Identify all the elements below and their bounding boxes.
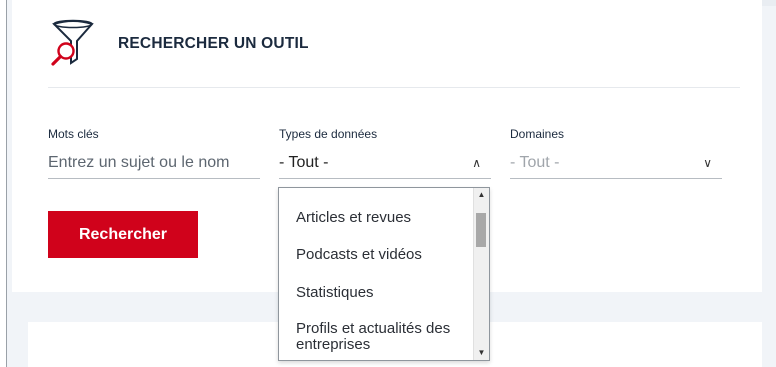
dropdown-option[interactable]: Articles et revues (296, 210, 466, 226)
panel-header: RECHERCHER UN OUTIL (50, 18, 309, 70)
keywords-input[interactable] (48, 153, 260, 172)
dropdown-scrollbar[interactable]: ▲ ▼ (473, 188, 489, 360)
chevron-down-icon: ∨ (703, 155, 712, 170)
data-types-select[interactable]: - Tout - ∧ (279, 147, 491, 179)
funnel-search-icon (51, 19, 94, 66)
scroll-up-arrow-icon[interactable]: ▲ (474, 188, 489, 202)
data-types-label: Types de données (279, 127, 378, 141)
scroll-down-arrow-icon[interactable]: ▼ (474, 346, 489, 360)
page-frame: RECHERCHER UN OUTIL Mots clés Types de d… (0, 0, 776, 367)
search-button[interactable]: Rechercher (48, 211, 198, 258)
data-types-dropdown: Articles et revues Podcasts et vidéos St… (278, 187, 490, 361)
keywords-field[interactable] (48, 147, 260, 179)
domains-select[interactable]: - Tout - ∨ (510, 147, 722, 179)
keywords-label: Mots clés (48, 127, 99, 141)
dropdown-option[interactable]: Profils et actualités des entreprises (296, 321, 466, 353)
domains-selected-value: - Tout - (510, 153, 560, 171)
page-title: RECHERCHER UN OUTIL (118, 35, 309, 52)
dropdown-option[interactable]: Podcasts et vidéos (296, 247, 466, 263)
domains-label: Domaines (510, 127, 565, 141)
data-types-selected-value: - Tout - (279, 153, 329, 171)
chevron-up-icon: ∧ (472, 155, 481, 170)
scrollbar-thumb[interactable] (476, 213, 486, 247)
left-border (0, 0, 7, 367)
header-divider (48, 87, 740, 88)
dropdown-option[interactable]: Statistiques (296, 285, 466, 301)
